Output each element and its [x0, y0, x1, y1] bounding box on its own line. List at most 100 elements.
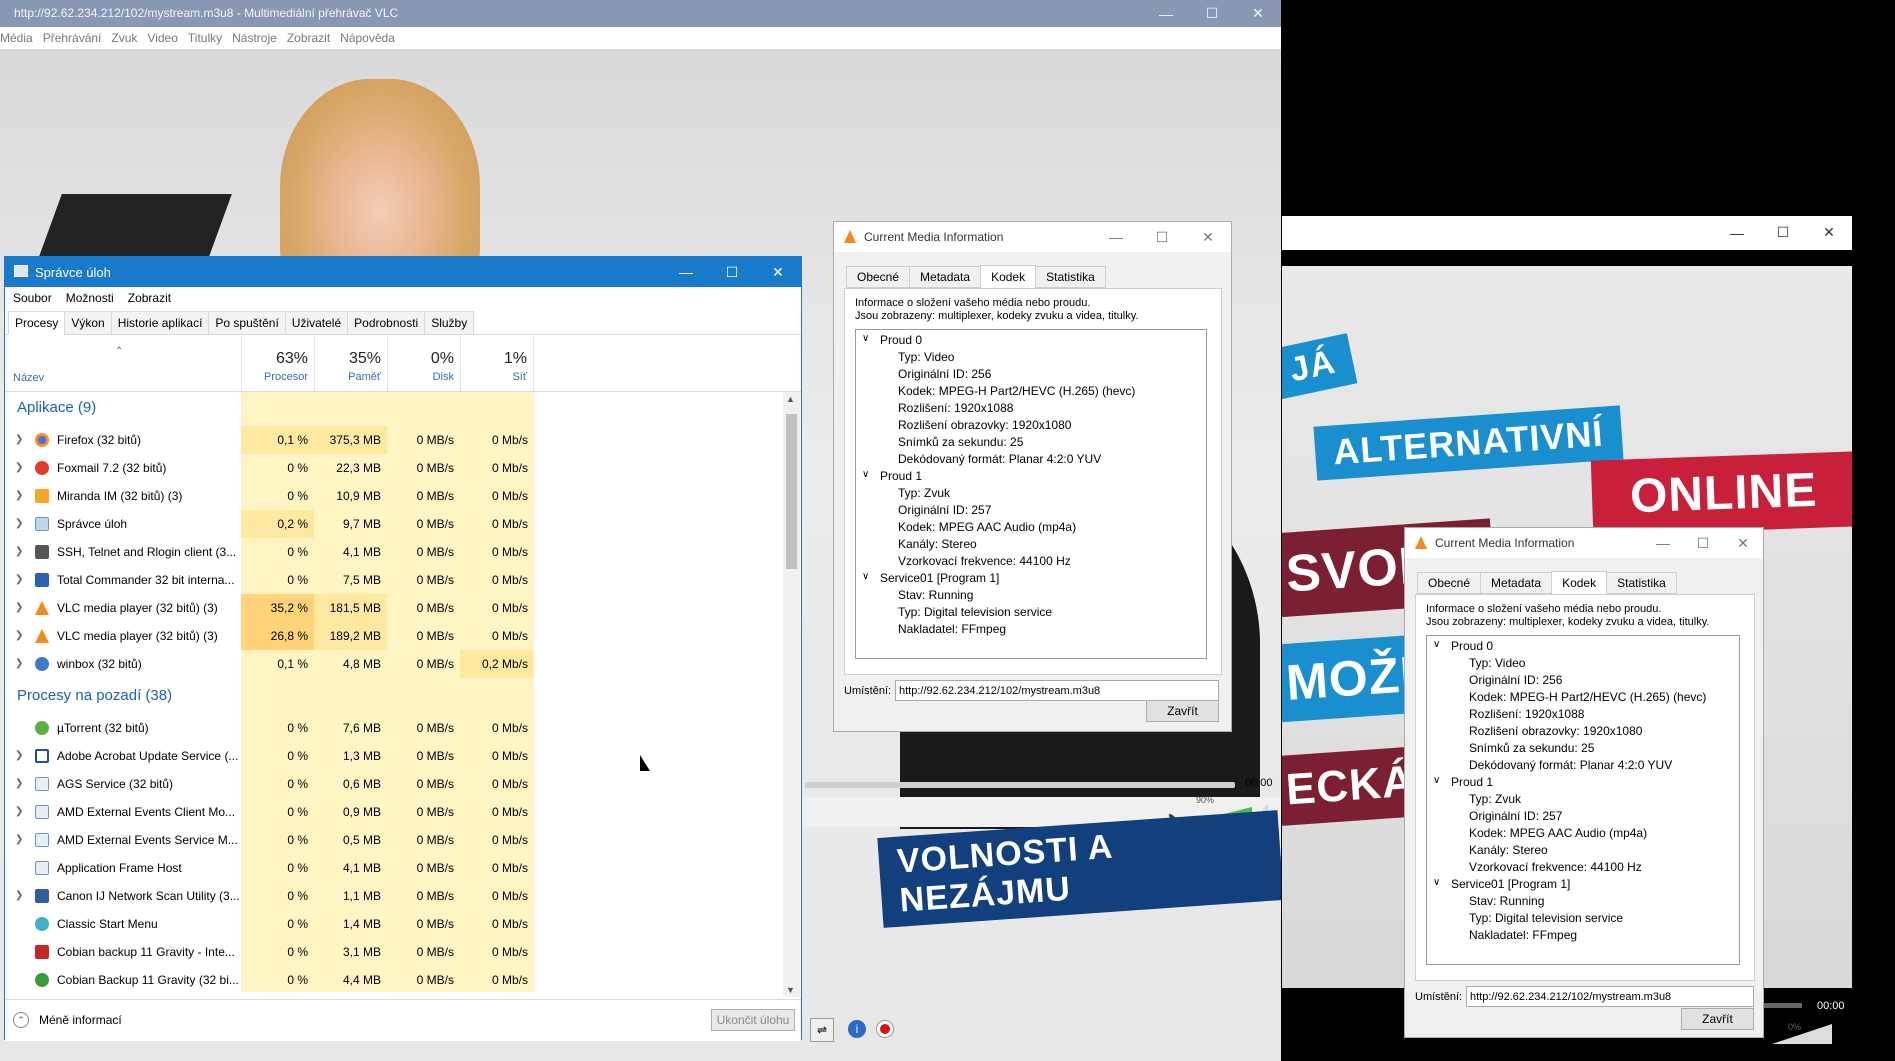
expand-icon[interactable]: ❯ [15, 574, 23, 585]
vlc-titlebar[interactable]: http://92.62.234.212/102/mystream.m3u8 -… [0, 0, 1281, 27]
tab-processes[interactable]: Procesy [8, 310, 66, 335]
menu-tools[interactable]: Nástroje [232, 31, 277, 45]
tree-expand-icon[interactable]: ∨ [1433, 639, 1440, 650]
minimize-icon[interactable]: — [1143, 0, 1189, 27]
menu-video[interactable]: Video [147, 31, 177, 45]
collapse-icon[interactable]: ⌃ [13, 1012, 29, 1028]
menu-file[interactable]: Soubor [13, 291, 52, 305]
group-apps[interactable]: Aplikace (9) [17, 399, 96, 416]
table-row[interactable]: ❯ winbox (32 bitů) 0,1 % 4,8 MB 0 MB/s 0… [5, 650, 785, 678]
tab-details[interactable]: Podrobnosti [347, 310, 426, 335]
close-button[interactable]: Zavřít [1681, 1008, 1754, 1030]
expand-icon[interactable]: ❯ [15, 602, 23, 613]
column-network[interactable]: 1% Síť [460, 336, 534, 391]
tab-performance[interactable]: Výkon [64, 310, 112, 335]
tab-metadata[interactable]: Metadata [1480, 572, 1553, 594]
tree-expand-icon[interactable]: ∨ [1433, 877, 1440, 888]
close-icon[interactable]: ✕ [1235, 0, 1281, 27]
end-task-button[interactable]: Ukončit úlohu [711, 1009, 795, 1031]
expand-icon[interactable]: ❯ [15, 778, 23, 789]
close-icon[interactable]: ✕ [1185, 222, 1231, 252]
table-row[interactable]: ❯ Adobe Acrobat Update Service (... 0 % … [5, 742, 785, 770]
table-row[interactable]: Classic Start Menu 0 % 1,4 MB 0 MB/s 0 M… [5, 910, 785, 938]
table-row[interactable]: Application Frame Host 0 % 4,1 MB 0 MB/s… [5, 854, 785, 882]
table-row[interactable]: ❯ Správce úloh 0,2 % 9,7 MB 0 MB/s 0 Mb/… [5, 510, 785, 538]
vlc2-titlebar[interactable]: — ☐ ✕ [1282, 216, 1852, 250]
table-row[interactable]: ❯ VLC media player (32 bitů) (3) 35,2 % … [5, 594, 785, 622]
table-row[interactable]: Cobian backup 11 Gravity - Inte... 0 % 3… [5, 938, 785, 966]
table-row[interactable]: ❯ Canon IJ Network Scan Utility (3... 0 … [5, 882, 785, 910]
tab-metadata[interactable]: Metadata [909, 266, 982, 288]
tree-expand-icon[interactable]: ∨ [862, 333, 869, 344]
column-disk[interactable]: 0% Disk [387, 336, 460, 391]
table-row[interactable]: ❯ Foxmail 7.2 (32 bitů) 0 % 22,3 MB 0 MB… [5, 454, 785, 482]
menu-options[interactable]: Možnosti [66, 291, 114, 305]
expand-icon[interactable]: ❯ [15, 630, 23, 641]
group-background[interactable]: Procesy na pozadí (38) [17, 687, 172, 704]
expand-icon[interactable]: ❯ [15, 490, 23, 501]
record-button[interactable] [876, 1020, 894, 1038]
menu-view[interactable]: Zobrazit [287, 31, 330, 45]
close-icon[interactable]: ✕ [1806, 219, 1852, 246]
table-row[interactable]: ❯ SSH, Telnet and Rlogin client (3... 0 … [5, 538, 785, 566]
expand-icon[interactable]: ❯ [15, 834, 23, 845]
close-icon[interactable]: ✕ [1723, 528, 1763, 558]
expand-icon[interactable]: ❯ [15, 434, 23, 445]
table-row[interactable]: ❯ VLC media player (32 bitů) (3) 26,8 % … [5, 622, 785, 650]
minimize-icon[interactable]: — [1093, 222, 1139, 252]
tab-startup[interactable]: Po spuštění [208, 310, 286, 335]
table-row[interactable]: ❯ Miranda IM (32 bitů) (3) 0 % 10,9 MB 0… [5, 482, 785, 510]
close-icon[interactable]: ✕ [755, 257, 801, 287]
maximize-icon[interactable]: ☐ [1139, 222, 1185, 252]
tab-users[interactable]: Uživatelé [284, 310, 349, 335]
tree-expand-icon[interactable]: ∨ [1433, 775, 1440, 786]
tree-node[interactable]: Proud 0 [880, 333, 922, 347]
shuffle-button[interactable]: ⇌ [810, 1018, 834, 1042]
minimize-icon[interactable]: — [1714, 219, 1760, 246]
tab-general[interactable]: Obecné [846, 266, 911, 288]
media-info-titlebar[interactable]: Current Media Information — ☐ ✕ [834, 222, 1231, 252]
info-button[interactable]: i [848, 1020, 866, 1038]
codec-tree[interactable]: ∨ Proud 0 Typ: Video Originální ID: 256 … [1426, 635, 1740, 965]
tab-services[interactable]: Služby [424, 310, 475, 335]
process-list-scrollbar[interactable]: ▲ ▼ [783, 392, 800, 997]
table-row[interactable]: ❯ AMD External Events Client Mo... 0 % 0… [5, 798, 785, 826]
column-memory[interactable]: 35% Paměť [314, 336, 387, 391]
expand-icon[interactable]: ❯ [15, 518, 23, 529]
table-row[interactable]: ❯ Firefox (32 bitů) 0,1 % 375,3 MB 0 MB/… [5, 426, 785, 454]
expand-icon[interactable]: ❯ [15, 658, 23, 669]
expand-icon[interactable]: ❯ [15, 750, 23, 761]
expand-icon[interactable]: ❯ [15, 462, 23, 473]
minimize-icon[interactable]: — [663, 257, 709, 287]
location-input[interactable] [1466, 986, 1754, 1007]
table-row[interactable]: ❯ AMD External Events Service M... 0 % 0… [5, 826, 785, 854]
maximize-icon[interactable]: ☐ [1683, 528, 1723, 558]
tm-titlebar[interactable]: Správce úloh — ☐ ✕ [5, 257, 801, 287]
tree-node[interactable]: Proud 0 [1451, 639, 1493, 653]
codec-tree[interactable]: ∨ Proud 0 Typ: Video Originální ID: 256 … [855, 329, 1207, 659]
seek-bar[interactable] [805, 782, 1235, 788]
media-info-titlebar[interactable]: Current Media Information — ☐ ✕ [1405, 528, 1763, 558]
expand-icon[interactable]: ❯ [15, 890, 23, 901]
tree-node[interactable]: Proud 1 [1451, 775, 1493, 789]
tree-expand-icon[interactable]: ∨ [862, 469, 869, 480]
column-cpu[interactable]: 63% Procesor [241, 336, 314, 391]
expand-icon[interactable]: ❯ [15, 806, 23, 817]
tab-codec[interactable]: Kodek [980, 264, 1037, 290]
tree-node[interactable]: Service01 [Program 1] [880, 571, 999, 585]
maximize-icon[interactable]: ☐ [1760, 219, 1806, 246]
menu-help[interactable]: Nápověda [340, 31, 395, 45]
tab-app-history[interactable]: Historie aplikací [110, 310, 210, 335]
minimize-icon[interactable]: — [1643, 528, 1683, 558]
tab-statistics[interactable]: Statistika [1035, 266, 1106, 288]
scroll-thumb[interactable] [786, 414, 797, 569]
table-row[interactable]: ❯ AGS Service (32 bitů) 0 % 0,6 MB 0 MB/… [5, 770, 785, 798]
tree-node[interactable]: Service01 [Program 1] [1451, 877, 1570, 891]
menu-subtitles[interactable]: Titulky [188, 31, 222, 45]
less-info-link[interactable]: Méně informací [39, 1013, 122, 1027]
tab-codec[interactable]: Kodek [1551, 570, 1608, 596]
column-name[interactable]: Název [13, 372, 44, 384]
location-input[interactable] [895, 680, 1219, 701]
menu-view[interactable]: Zobrazit [128, 291, 171, 305]
maximize-icon[interactable]: ☐ [709, 257, 755, 287]
